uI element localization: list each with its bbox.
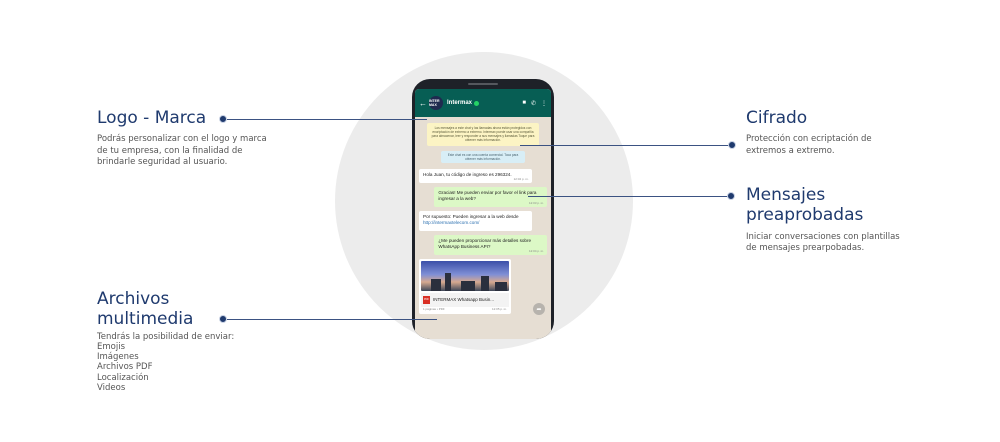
verified-icon [474, 100, 480, 106]
list-item: Videos [97, 382, 126, 393]
message-text: Hola Juan, tu código de ingreso es 29632… [423, 171, 512, 177]
building-shape [445, 272, 451, 291]
message-time: 12:04 p. m. [528, 248, 544, 253]
message-text: Gracias! Me pueden enviar por favor el l… [438, 189, 537, 201]
document-name: INTERMAX Whatsapp Busin... [433, 296, 495, 302]
chat-area: Los mensajes a este chat y las llamadas … [415, 117, 551, 318]
chat-header: ← INTER MAX Intermax ■ ✆ ⋮ [415, 89, 551, 117]
contact-name-label: Intermax [447, 100, 473, 106]
connector-line [227, 119, 427, 120]
document-time: 12:05 p. m. [491, 306, 507, 311]
list-item: Imágenes [97, 352, 139, 363]
connector-line [520, 145, 729, 146]
annotation-cifrado: Cifrado Protección con ecriptación de ex… [746, 108, 886, 157]
message-time: 12:03 p. m. [528, 200, 544, 205]
phone-mockup: ← INTER MAX Intermax ■ ✆ ⋮ Los mensajes … [412, 79, 554, 339]
annotation-description: Podrás personalizar con el logo y marca … [97, 134, 267, 168]
annotation-archivos: Archivos multimedia Tendrás la posibilid… [97, 289, 257, 393]
message-outgoing: ¿Me pueden proporcionar más detalles sob… [434, 234, 547, 255]
header-actions: ■ ✆ ⋮ [522, 100, 547, 107]
phone-call-icon[interactable]: ✆ [531, 100, 536, 107]
message-time: 12:02 p. m. [513, 177, 529, 182]
back-arrow-icon[interactable]: ← [419, 99, 427, 108]
connector-line [528, 196, 728, 197]
more-options-icon[interactable]: ⋮ [541, 100, 547, 107]
building-shape [495, 281, 507, 291]
forward-icon[interactable]: ➦ [533, 303, 545, 315]
message-text: ¿Me pueden proporcionar más detalles sob… [438, 237, 532, 249]
document-preview-image [421, 260, 509, 291]
document-row: PDF INTERMAX Whatsapp Busin... [421, 292, 509, 307]
annotation-description: Protección con ecriptación de extremos a… [746, 134, 872, 156]
annotation-title: Archivos multimedia [97, 289, 194, 330]
message-incoming: Hola Juan, tu código de ingreso es 29632… [419, 168, 532, 183]
annotation-title: Cifrado [746, 108, 808, 128]
message-text: Por supuesto: Pueden ingresar a la web d… [423, 213, 519, 219]
annotation-title: Mensajes preaprobadas [746, 185, 864, 226]
list-item: Emojis [97, 341, 126, 352]
phone-screen: ← INTER MAX Intermax ■ ✆ ⋮ Los mensajes … [415, 89, 551, 339]
message-incoming: Por supuesto: Pueden ingresar a la web d… [419, 210, 532, 231]
connector-dot [219, 315, 227, 323]
contact-name[interactable]: Intermax [447, 100, 522, 106]
document-meta: 1 páginas • PDF 12:05 p. m. [421, 307, 509, 312]
phone-speaker [468, 83, 498, 85]
business-notice[interactable]: Este chat es con una cuenta comercial. T… [441, 150, 525, 163]
encryption-notice[interactable]: Los mensajes a este chat y las llamadas … [427, 123, 539, 146]
building-shape [481, 275, 489, 291]
video-call-icon[interactable]: ■ [522, 100, 526, 107]
connector-line [227, 319, 437, 320]
building-shape [461, 280, 475, 291]
list-item: Localización [97, 372, 149, 383]
annotation-description: Iniciar conversaciones con plantillas de… [746, 231, 900, 254]
connector-dot [727, 192, 735, 200]
document-message[interactable]: PDF INTERMAX Whatsapp Busin... 1 páginas… [419, 258, 511, 314]
connector-dot [219, 115, 227, 123]
annotation-mensajes: Mensajes preaprobadas Iniciar conversaci… [746, 185, 906, 255]
document-pages: 1 páginas • PDF [423, 306, 445, 311]
building-shape [431, 278, 441, 291]
connector-dot [728, 141, 736, 149]
annotation-logo: Logo - Marca Podrás personalizar con el … [97, 108, 272, 169]
list-item: Archivos PDF [97, 362, 153, 373]
annotation-description: Tendrás la posibilidad de enviar: [97, 331, 235, 342]
message-link[interactable]: http://intermaxtelecom.com/ [423, 220, 479, 225]
pdf-icon: PDF [423, 295, 430, 304]
avatar[interactable]: INTER MAX [429, 96, 443, 110]
